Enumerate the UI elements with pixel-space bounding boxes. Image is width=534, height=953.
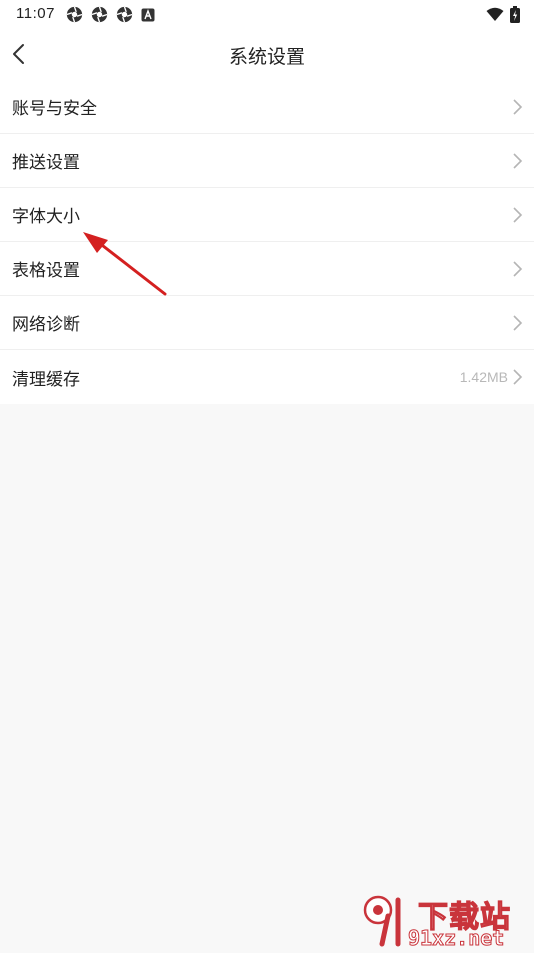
- settings-item-label: 网络诊断: [12, 315, 80, 334]
- settings-item-label: 字体大小: [12, 207, 80, 226]
- settings-item-clear-cache[interactable]: 清理缓存 1.42MB: [0, 350, 534, 404]
- battery-charging-icon: [510, 6, 520, 28]
- status-notification-icons: [66, 6, 155, 28]
- keyboard-a-icon: [141, 8, 155, 27]
- status-time: 11:07: [16, 5, 55, 22]
- status-bar: 11:07: [0, 0, 534, 28]
- page-title: 系统设置: [228, 47, 305, 68]
- settings-item-font-size[interactable]: 字体大小: [0, 188, 534, 242]
- chevron-right-icon: [510, 261, 524, 277]
- chevron-right-icon: [510, 99, 524, 115]
- settings-item-account-security[interactable]: 账号与安全: [0, 80, 534, 134]
- page-header: 系统设置: [0, 28, 534, 80]
- status-system-icons: [486, 6, 520, 28]
- settings-item-push[interactable]: 推送设置: [0, 134, 534, 188]
- settings-list: 账号与安全 推送设置 字体大小 表格设置 网络诊断 清理缓存 1.42MB: [0, 80, 534, 404]
- chevron-right-icon: [510, 369, 524, 385]
- settings-item-label: 表格设置: [12, 261, 80, 280]
- aperture-icon: [116, 6, 133, 28]
- watermark-domain: 91xz.net: [407, 926, 505, 951]
- back-chevron-icon: [4, 44, 36, 74]
- settings-item-network-diagnosis[interactable]: 网络诊断: [0, 296, 534, 350]
- watermark-logo: 下载站 91xz.net: [360, 888, 530, 951]
- aperture-icon: [66, 6, 83, 28]
- settings-item-label: 清理缓存: [12, 369, 80, 389]
- chevron-right-icon: [510, 207, 524, 223]
- settings-item-table[interactable]: 表格设置: [0, 242, 534, 296]
- settings-item-label: 账号与安全: [12, 99, 97, 118]
- settings-item-label: 推送设置: [12, 153, 80, 172]
- chevron-right-icon: [510, 153, 524, 169]
- back-button[interactable]: [4, 38, 36, 70]
- aperture-icon: [91, 6, 108, 28]
- cache-size-value: 1.42MB: [459, 369, 508, 385]
- chevron-right-icon: [510, 315, 524, 331]
- wifi-icon: [486, 7, 504, 27]
